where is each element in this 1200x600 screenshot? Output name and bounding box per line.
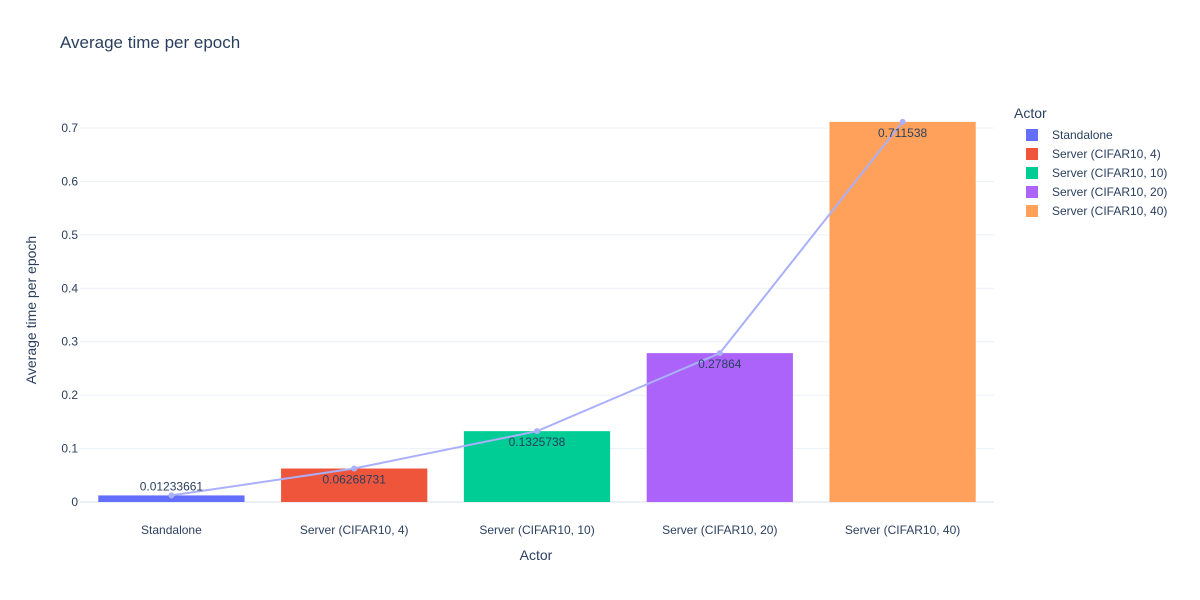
legend-label: Standalone (1052, 127, 1113, 142)
legend-swatch (1026, 166, 1038, 179)
y-tick-label: 0.7 (61, 121, 78, 135)
y-tick-label: 0.5 (61, 228, 78, 242)
legend-swatch (1026, 185, 1038, 198)
legend-item-server-40[interactable]: Server (CIFAR10, 40) (1014, 201, 1167, 220)
trend-point (716, 350, 723, 357)
trend-point (534, 428, 540, 435)
y-tick-label: 0 (71, 495, 78, 509)
x-tick-label: Server (CIFAR10, 10) (479, 523, 594, 537)
legend-title: Actor (1014, 105, 1047, 121)
legend: Actor Standalone Server (CIFAR10, 4) Ser… (1014, 105, 1167, 220)
legend-swatch (1026, 147, 1038, 160)
legend-label: Server (CIFAR10, 20) (1052, 184, 1168, 199)
data-label: 0.27864 (698, 357, 742, 371)
y-tick-label: 0.1 (61, 442, 78, 456)
y-tick-label: 0.6 (61, 174, 78, 188)
legend-item-standalone[interactable]: Standalone (1014, 125, 1167, 144)
data-label: 0.06268731 (322, 473, 386, 487)
data-label: 0.1325738 (509, 435, 566, 449)
y-tick-label: 0.4 (61, 281, 78, 295)
y-tick-label: 0.2 (61, 388, 78, 402)
legend-label: Server (CIFAR10, 4) (1052, 146, 1161, 161)
x-tick-label: Server (CIFAR10, 20) (662, 523, 777, 537)
legend-item-server-4[interactable]: Server (CIFAR10, 4) (1014, 144, 1167, 163)
data-label: 0.01233661 (140, 479, 204, 493)
x-tick-label: Server (CIFAR10, 4) (300, 523, 409, 537)
legend-swatch (1026, 128, 1038, 141)
x-axis-title: Actor (520, 547, 553, 563)
legend-swatch (1026, 204, 1038, 217)
x-tick-label: Standalone (141, 523, 202, 537)
x-tick-label: Server (CIFAR10, 40) (845, 523, 960, 537)
legend-label: Server (CIFAR10, 40) (1052, 203, 1168, 218)
legend-item-server-20[interactable]: Server (CIFAR10, 20) (1014, 182, 1167, 201)
legend-label: Server (CIFAR10, 10) (1052, 165, 1168, 180)
y-axis-title: Average time per epoch (23, 236, 39, 384)
bar (829, 121, 976, 502)
bar-chart: 0.01233661 0.06268731 0.1325738 0.27864 0.71… (23, 118, 994, 563)
trend-point (351, 465, 358, 472)
y-tick-label: 0.3 (61, 335, 78, 349)
data-label: 0.711538 (878, 126, 927, 140)
trend-point (899, 118, 906, 125)
legend-item-server-10[interactable]: Server (CIFAR10, 10) (1014, 163, 1167, 182)
